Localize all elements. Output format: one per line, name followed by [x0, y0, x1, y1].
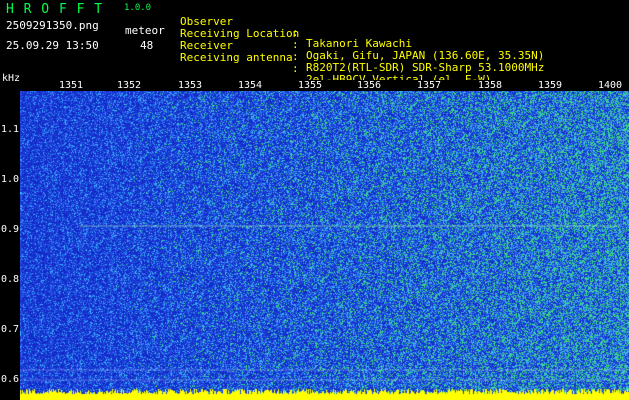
freq-tick-1-1: 1.1 — [1, 124, 20, 135]
freq-tick-1-0: 1.0 — [1, 174, 20, 185]
freq-tick-0-7: 0.7 — [1, 324, 20, 335]
time-tick-1357: 1357 — [417, 80, 442, 91]
info-label: Receiving Location — [180, 27, 300, 40]
spectrogram-canvas — [20, 80, 629, 400]
info-value: R820T2(RTL-SDR) SDR-Sharp 53.1000MHz — [306, 61, 545, 74]
info-value: Ogaki, Gifu, JAPAN (136.60E, 35.35N) — [306, 49, 545, 62]
time-tick-1358: 1358 — [478, 80, 503, 91]
timestamp: 25.09.29 13:50 — [6, 39, 99, 52]
time-tick-1355: 1355 — [298, 80, 323, 91]
app-version: 1.0.0 — [124, 3, 152, 13]
app-title: H R O F F T — [6, 2, 104, 17]
freq-tick-0-8: 0.8 — [1, 274, 20, 285]
freq-tick-0-9: 0.9 — [1, 224, 20, 235]
freq-unit-label: kHz — [2, 73, 21, 84]
info-sep: : — [292, 50, 299, 63]
time-tick-1351: 1351 — [59, 80, 84, 91]
meteor-count: 48 — [140, 39, 154, 52]
time-tick-1359: 1359 — [538, 80, 563, 91]
freq-tick-0-6: 0.6 — [1, 374, 20, 385]
time-tick-1353: 1353 — [178, 80, 203, 91]
info-sep: : — [292, 38, 299, 51]
info-label: Receiving antenna — [180, 51, 293, 64]
meteor-label: meteor — [125, 24, 165, 37]
time-tick-1352: 1352 — [117, 80, 142, 91]
info-value: Takanori Kawachi — [306, 37, 412, 50]
time-axis: 1351 1352 1353 1354 1355 1356 1357 1358 … — [20, 80, 629, 91]
time-tick-1400: 1400 — [598, 80, 623, 91]
file-name: 2509291350.png — [6, 19, 99, 32]
info-sep: : — [292, 62, 299, 75]
time-tick-1356: 1356 — [357, 80, 382, 91]
time-tick-1354: 1354 — [238, 80, 263, 91]
info-row-antenna: Receiving antenna : 2el-HB9CV Vertical (… — [180, 41, 491, 85]
